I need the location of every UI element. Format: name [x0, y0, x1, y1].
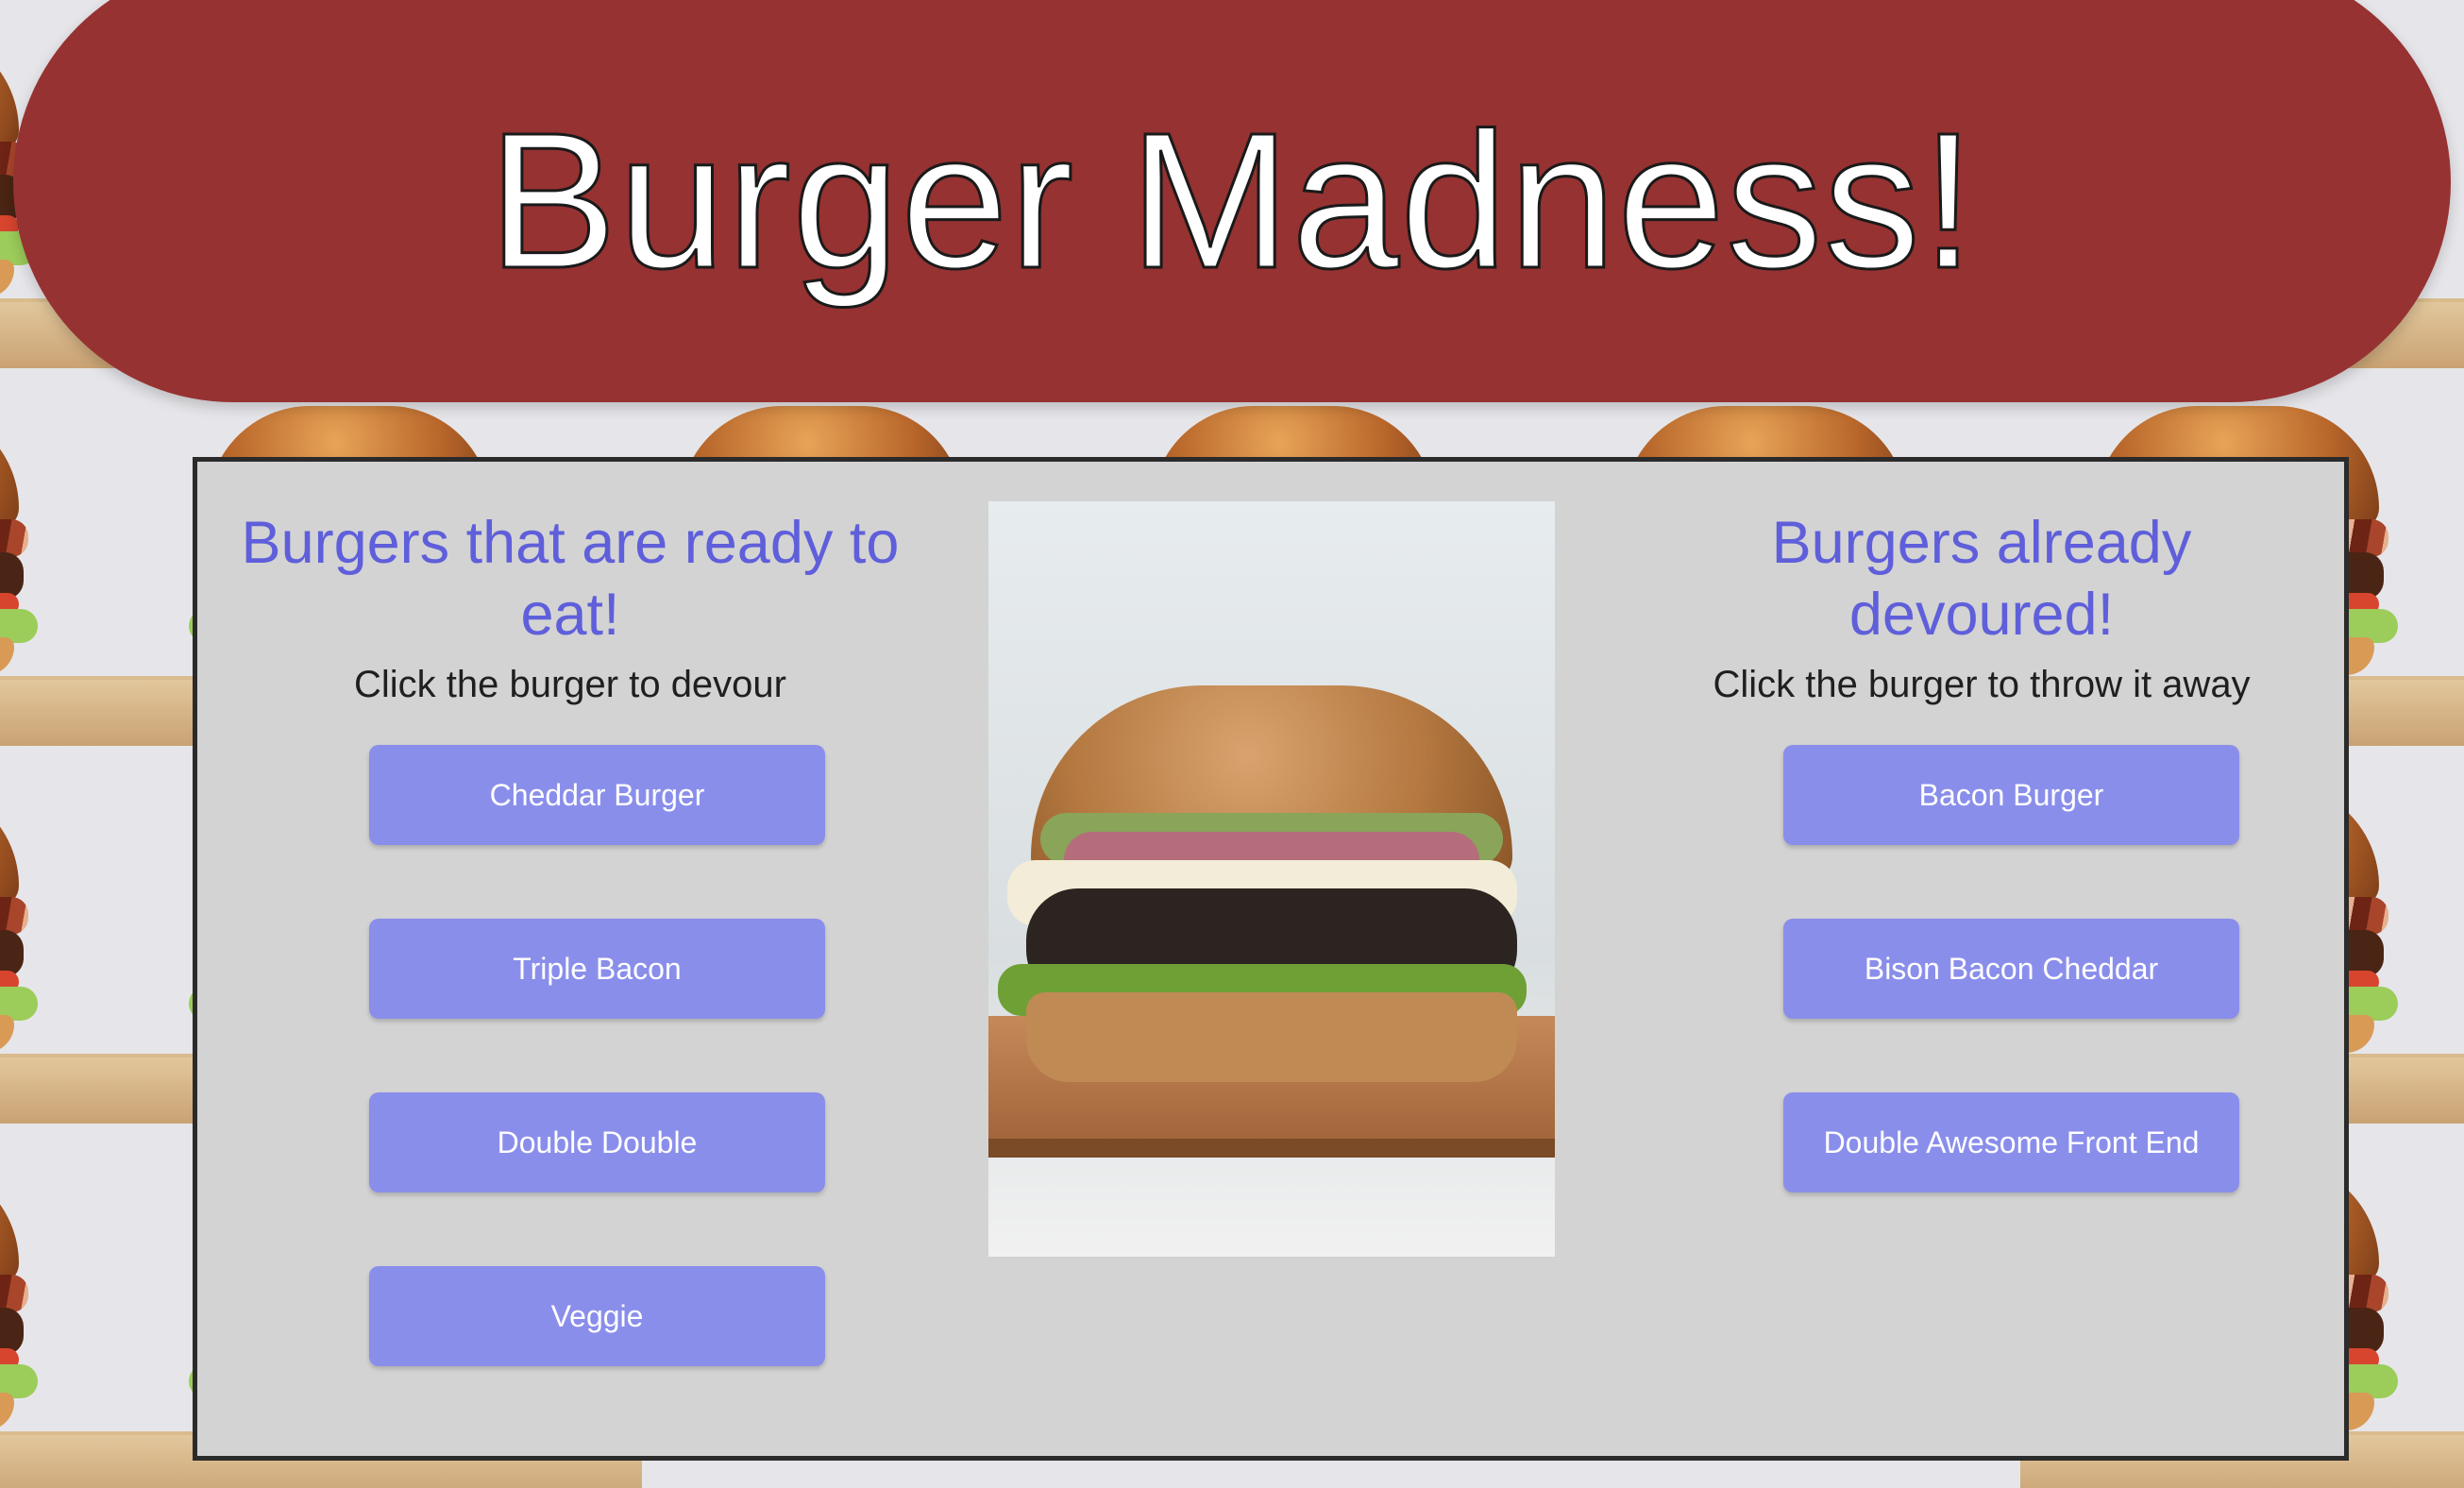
devour-burger-button[interactable]: Double Double [369, 1092, 825, 1192]
devoured-heading: Burgers already devoured! [1771, 510, 2192, 648]
ready-instruction: Click the burger to devour [353, 664, 786, 705]
throw-away-burger-button[interactable]: Double Awesome Front End [1783, 1092, 2239, 1192]
ready-burgers-column: Burgers that are ready to eat! Click the… [240, 462, 901, 707]
devour-burger-button[interactable]: Triple Bacon [369, 919, 825, 1019]
ready-heading: Burgers that are ready to eat! [241, 510, 900, 648]
main-panel: Burgers that are ready to eat! Click the… [193, 457, 2349, 1461]
page-title: Burger Madness! [486, 93, 1977, 309]
burger-photo [988, 501, 1555, 1257]
devoured-burgers-column: Burgers already devoured! Click the burg… [1651, 462, 2312, 707]
devour-burger-button[interactable]: Cheddar Burger [369, 745, 825, 845]
devour-burger-button[interactable]: Veggie [369, 1266, 825, 1366]
wallpaper-burger-image [0, 746, 170, 1124]
wallpaper-burger-image [0, 1124, 170, 1488]
throw-away-burger-button[interactable]: Bison Bacon Cheddar [1783, 919, 2239, 1019]
devoured-instruction: Click the burger to throw it away [1713, 664, 2251, 705]
header-banner: Burger Madness! [13, 0, 2451, 402]
throw-away-burger-button[interactable]: Bacon Burger [1783, 745, 2239, 845]
wallpaper-burger-image [0, 368, 170, 746]
